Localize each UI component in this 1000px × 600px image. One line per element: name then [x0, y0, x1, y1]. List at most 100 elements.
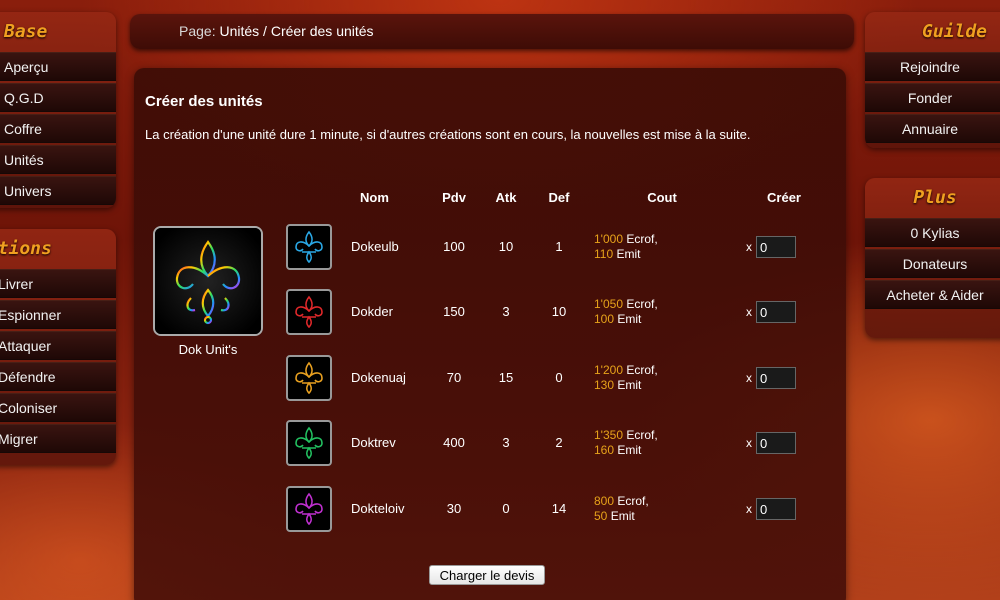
unit-pdv: 30 [446, 501, 462, 516]
sidebar-item-attaquer[interactable]: Attaquer [0, 331, 116, 360]
sidebar-item-livrer[interactable]: Livrer [0, 269, 116, 298]
fleur-emblem-icon [295, 230, 323, 264]
column-header-atk: Atk [495, 190, 517, 205]
unit-name: Dokenuaj [351, 370, 406, 385]
cost-emit-value: 100 [594, 312, 615, 326]
sidebar-item-coffre[interactable]: Coffre [0, 114, 116, 143]
fleur-emblem-icon [295, 295, 323, 329]
sidebar-item-migrer[interactable]: Migrer [0, 424, 116, 453]
cost-ecrof-unit: Ecrof, [626, 232, 658, 246]
unit-pdv: 150 [443, 304, 465, 319]
unit-dokder-icon [286, 289, 332, 335]
table-row: Dokteloiv 30 0 14 800 Ecrof, 50 Emit x [134, 486, 846, 534]
sidebar-item-qgd[interactable]: Q.G.D [0, 83, 116, 112]
unit-pdv: 400 [443, 435, 465, 450]
quantity-multiplier: x [746, 436, 752, 450]
sidebar-item-fonder[interactable]: Fonder [865, 83, 1000, 112]
cost-ecrof-value: 1'050 [594, 297, 623, 311]
sidebar-plus-panel: Plus 0 Kylias Donateurs Acheter & Aider [865, 178, 1000, 338]
unit-cost: 1'200 Ecrof, 130 Emit [594, 363, 658, 393]
sidebar-item-unites[interactable]: Unités [0, 145, 116, 174]
sidebar-item-kylias[interactable]: 0 Kylias [865, 218, 1000, 247]
cost-ecrof-value: 1'350 [594, 428, 623, 442]
sidebar-item-donateurs[interactable]: Donateurs [865, 249, 1000, 278]
quantity-input[interactable] [756, 236, 796, 258]
quantity-input[interactable] [756, 301, 796, 323]
sidebar-actions-title: Actions [0, 238, 52, 259]
cost-ecrof-unit: Ecrof, [617, 494, 649, 508]
quantity-multiplier: x [746, 502, 752, 516]
sidebar-item-espionner[interactable]: Espionner [0, 300, 116, 329]
sidebar-actions-panel: Actions Livrer Espionner Attaquer Défend… [0, 229, 116, 465]
fleur-emblem-icon [295, 426, 323, 460]
sidebar-item-rejoindre[interactable]: Rejoindre [865, 52, 1000, 81]
unit-dokenuaj-icon [286, 355, 332, 401]
cost-ecrof-unit: Ecrof, [626, 428, 658, 442]
quantity-multiplier: x [746, 305, 752, 319]
sidebar-item-defendre[interactable]: Défendre [0, 362, 116, 391]
quantity-multiplier: x [746, 371, 752, 385]
unit-atk: 0 [502, 501, 510, 516]
unit-cost: 1'000 Ecrof, 110 Emit [594, 232, 658, 262]
unit-name: Doktrev [351, 435, 396, 450]
cost-ecrof-value: 800 [594, 494, 615, 508]
table-row: Dokeulb 100 10 1 1'000 Ecrof, 110 Emit x [134, 224, 846, 272]
column-header-cout: Cout [647, 190, 677, 205]
unit-dokeulb-icon [286, 224, 332, 270]
unit-name: Dokteloiv [351, 501, 405, 516]
sidebar-item-apercu[interactable]: Aperçu [0, 52, 116, 81]
table-row: Doktrev 400 3 2 1'350 Ecrof, 160 Emit x [134, 420, 846, 468]
page-title: Créer des unités [145, 93, 263, 110]
unit-name: Dokeulb [351, 239, 399, 254]
unit-cost: 1'050 Ecrof, 100 Emit [594, 297, 658, 327]
unit-atk: 3 [502, 304, 510, 319]
column-header-creer: Créer [767, 190, 801, 205]
unit-doktrev-icon [286, 420, 332, 466]
unit-pdv: 70 [446, 370, 462, 385]
cost-emit-value: 130 [594, 378, 615, 392]
unit-def: 0 [555, 370, 563, 385]
cost-emit-value: 110 [594, 247, 614, 261]
page-description: La création d'une unité dure 1 minute, s… [145, 127, 751, 142]
unit-dokteloiv-icon [286, 486, 332, 532]
unit-atk: 10 [498, 239, 514, 254]
cost-ecrof-unit: Ecrof, [626, 297, 658, 311]
breadcrumb-label: Page: [179, 23, 216, 39]
unit-atk: 3 [502, 435, 510, 450]
cost-emit-value: 50 [594, 509, 608, 523]
quantity-multiplier: x [746, 240, 752, 254]
column-header-nom: Nom [360, 190, 389, 205]
sidebar-base-panel: Base Aperçu Q.G.D Coffre Unités Univers [0, 12, 116, 208]
sidebar-base-title: Base [4, 21, 48, 42]
sidebar-guilde-title: Guilde [921, 21, 987, 42]
table-row: Dokenuaj 70 15 0 1'200 Ecrof, 130 Emit x [134, 355, 846, 403]
unit-name: Dokder [351, 304, 393, 319]
sidebar-item-univers[interactable]: Univers [0, 176, 116, 205]
column-header-def: Def [548, 190, 570, 205]
unit-pdv: 100 [443, 239, 465, 254]
unit-atk: 15 [498, 370, 514, 385]
cost-ecrof-value: 1'200 [594, 363, 623, 377]
breadcrumb: Page: Unités / Créer des unités [130, 14, 854, 49]
unit-cost: 800 Ecrof, 50 Emit [594, 494, 649, 524]
sidebar-item-coloniser[interactable]: Coloniser [0, 393, 116, 422]
unit-cost: 1'350 Ecrof, 160 Emit [594, 428, 658, 458]
column-header-pdv: Pdv [442, 190, 466, 205]
sidebar-item-acheter-aider[interactable]: Acheter & Aider [865, 280, 1000, 309]
unit-def: 10 [551, 304, 567, 319]
cost-emit-unit: Emit [610, 509, 635, 523]
quantity-input[interactable] [756, 432, 796, 454]
quantity-input[interactable] [756, 498, 796, 520]
cost-emit-unit: Emit [617, 443, 642, 457]
table-row: Dokder 150 3 10 1'050 Ecrof, 100 Emit x [134, 289, 846, 337]
quantity-input[interactable] [756, 367, 796, 389]
sidebar-guilde-panel: Guilde Rejoindre Fonder Annuaire [865, 12, 1000, 148]
cost-emit-unit: Emit [616, 247, 641, 261]
charger-devis-button[interactable]: Charger le devis [429, 565, 545, 585]
breadcrumb-path: Unités / Créer des unités [219, 23, 374, 39]
sidebar-item-annuaire[interactable]: Annuaire [865, 114, 1000, 143]
unit-def: 14 [551, 501, 567, 516]
fleur-emblem-icon [295, 492, 323, 526]
fleur-emblem-icon [295, 361, 323, 395]
cost-emit-value: 160 [594, 443, 615, 457]
